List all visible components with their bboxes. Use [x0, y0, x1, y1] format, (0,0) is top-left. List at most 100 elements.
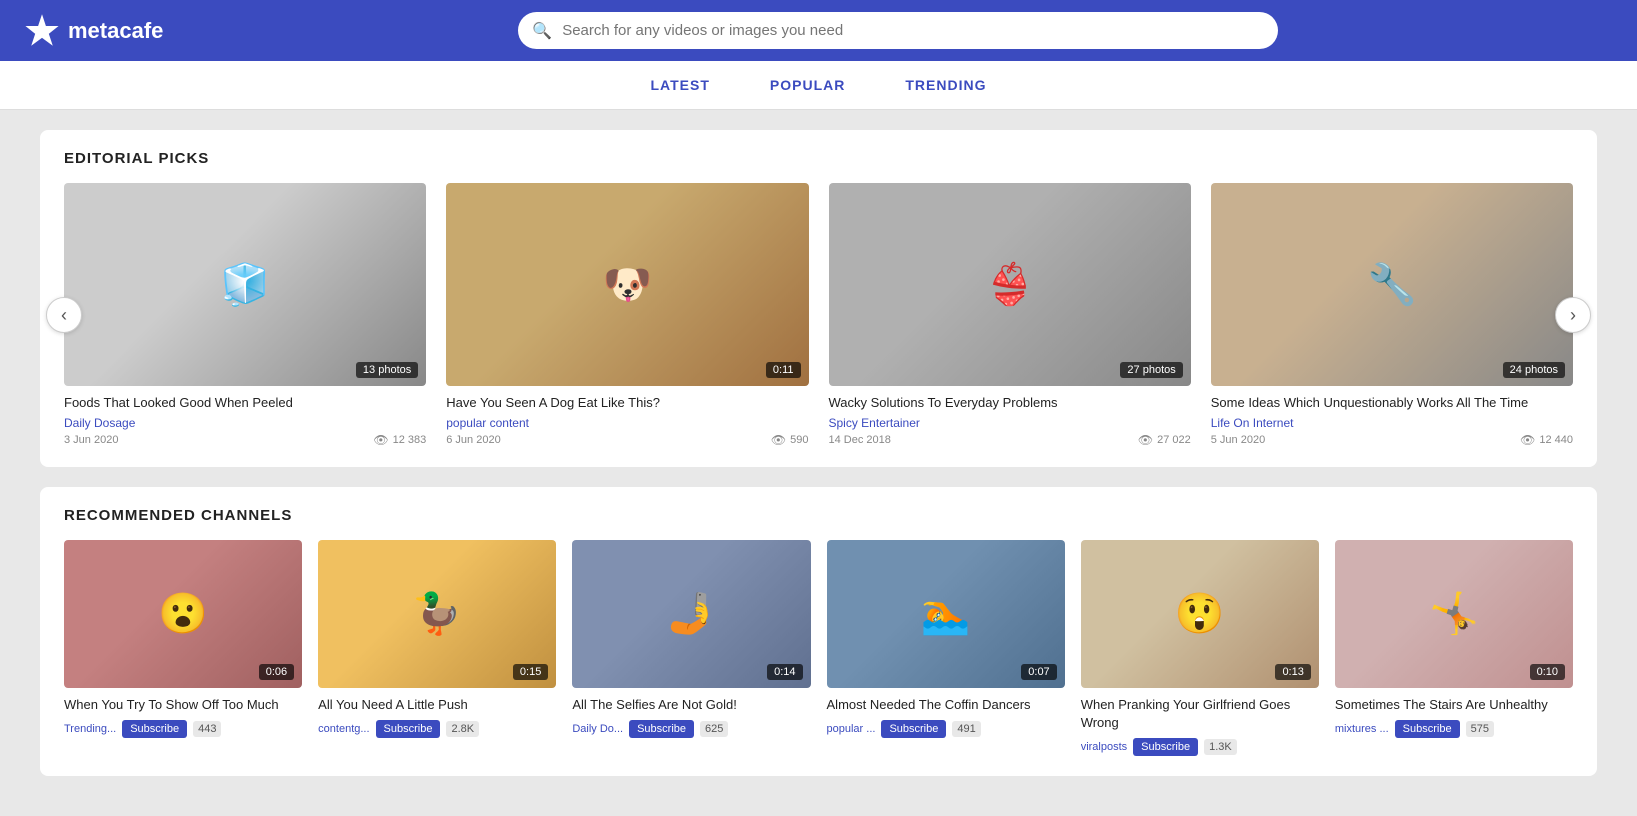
channel-sub-row-2: contentg... Subscribe 2.8K: [318, 720, 556, 738]
thumb-emoji-4: 🔧: [1211, 183, 1573, 386]
channel-badge-5: 0:13: [1275, 664, 1310, 680]
editorial-meta-4: 5 Jun 2020 👁 12 440: [1211, 433, 1573, 447]
channel-card-5[interactable]: 😲 0:13 When Pranking Your Girlfriend Goe…: [1081, 540, 1319, 756]
channel-sub-row-3: Daily Do... Subscribe 625: [572, 720, 810, 738]
subscribe-button-1[interactable]: Subscribe: [122, 720, 187, 738]
editorial-views-3: 👁 27 022: [1138, 433, 1191, 447]
subscribe-button-5[interactable]: Subscribe: [1133, 738, 1198, 756]
channel-title-5: When Pranking Your Girlfriend Goes Wrong: [1081, 696, 1319, 732]
subscribe-button-3[interactable]: Subscribe: [629, 720, 694, 738]
eye-icon-4: 👁: [1520, 433, 1535, 447]
channel-name-short-5[interactable]: viralposts: [1081, 741, 1127, 753]
carousel-prev-button[interactable]: ‹: [46, 297, 82, 333]
nav-trending[interactable]: TRENDING: [905, 77, 986, 93]
search-icon: 🔍: [532, 21, 552, 41]
nav-latest[interactable]: LATEST: [651, 77, 710, 93]
editorial-card-1[interactable]: 🧊 13 photos Foods That Looked Good When …: [64, 183, 426, 447]
recommended-channels-section: RECOMMENDED CHANNELS 😮 0:06 When You Try…: [40, 487, 1597, 776]
channel-sub-row-4: popular ... Subscribe 491: [827, 720, 1065, 738]
editorial-title-1: Foods That Looked Good When Peeled: [64, 394, 426, 412]
editorial-title-3: Wacky Solutions To Everyday Problems: [829, 394, 1191, 412]
editorial-badge-4: 24 photos: [1503, 362, 1565, 378]
channel-card-6[interactable]: 🤸 0:10 Sometimes The Stairs Are Unhealth…: [1335, 540, 1573, 756]
editorial-items-list: 🧊 13 photos Foods That Looked Good When …: [64, 183, 1573, 447]
channel-badge-2: 0:15: [513, 664, 548, 680]
channel-card-1[interactable]: 😮 0:06 When You Try To Show Off Too Much…: [64, 540, 302, 756]
editorial-thumb-3[interactable]: 👙 27 photos: [829, 183, 1191, 386]
editorial-channel-3[interactable]: Spicy Entertainer: [829, 416, 1191, 430]
editorial-card-3[interactable]: 👙 27 photos Wacky Solutions To Everyday …: [829, 183, 1191, 447]
editorial-badge-1: 13 photos: [356, 362, 418, 378]
editorial-title-2: Have You Seen A Dog Eat Like This?: [446, 394, 808, 412]
channel-sub-row-1: Trending... Subscribe 443: [64, 720, 302, 738]
sub-count-6: 575: [1466, 721, 1494, 737]
main-content: EDITORIAL PICKS ‹ 🧊 13 photos Foods That…: [0, 110, 1637, 816]
header: metacafe 🔍: [0, 0, 1637, 61]
editorial-picks-title: EDITORIAL PICKS: [64, 150, 1573, 167]
sub-count-1: 443: [193, 721, 221, 737]
editorial-meta-3: 14 Dec 2018 👁 27 022: [829, 433, 1191, 447]
editorial-date-1: 3 Jun 2020: [64, 434, 118, 446]
editorial-date-4: 5 Jun 2020: [1211, 434, 1265, 446]
channel-title-4: Almost Needed The Coffin Dancers: [827, 696, 1065, 714]
eye-icon-2: 👁: [771, 433, 786, 447]
editorial-date-3: 14 Dec 2018: [829, 434, 891, 446]
channel-badge-6: 0:10: [1530, 664, 1565, 680]
channel-title-2: All You Need A Little Push: [318, 696, 556, 714]
subscribe-button-6[interactable]: Subscribe: [1395, 720, 1460, 738]
thumb-emoji-2: 🐶: [446, 183, 808, 386]
logo[interactable]: metacafe: [24, 13, 163, 49]
sub-count-4: 491: [952, 721, 980, 737]
editorial-channel-1[interactable]: Daily Dosage: [64, 416, 426, 430]
channel-sub-row-6: mixtures ... Subscribe 575: [1335, 720, 1573, 738]
channels-list: 😮 0:06 When You Try To Show Off Too Much…: [64, 540, 1573, 756]
carousel-next-button[interactable]: ›: [1555, 297, 1591, 333]
editorial-card-2[interactable]: 🐶 0:11 Have You Seen A Dog Eat Like This…: [446, 183, 808, 447]
channel-thumb-2[interactable]: 🦆 0:15: [318, 540, 556, 688]
editorial-meta-2: 6 Jun 2020 👁 590: [446, 433, 808, 447]
logo-star-icon: [24, 13, 60, 49]
editorial-views-2: 👁 590: [771, 433, 809, 447]
editorial-thumb-1[interactable]: 🧊 13 photos: [64, 183, 426, 386]
subscribe-button-2[interactable]: Subscribe: [376, 720, 441, 738]
channel-thumb-4[interactable]: 🏊 0:07: [827, 540, 1065, 688]
nav-popular[interactable]: POPULAR: [770, 77, 845, 93]
channel-thumb-5[interactable]: 😲 0:13: [1081, 540, 1319, 688]
editorial-card-4[interactable]: 🔧 24 photos Some Ideas Which Unquestiona…: [1211, 183, 1573, 447]
editorial-channel-4[interactable]: Life On Internet: [1211, 416, 1573, 430]
editorial-picks-section: EDITORIAL PICKS ‹ 🧊 13 photos Foods That…: [40, 130, 1597, 467]
channel-badge-3: 0:14: [767, 664, 802, 680]
channel-thumb-6[interactable]: 🤸 0:10: [1335, 540, 1573, 688]
channel-title-1: When You Try To Show Off Too Much: [64, 696, 302, 714]
editorial-meta-1: 3 Jun 2020 👁 12 383: [64, 433, 426, 447]
eye-icon-1: 👁: [373, 433, 388, 447]
channel-thumb-1[interactable]: 😮 0:06: [64, 540, 302, 688]
sub-count-5: 1.3K: [1204, 739, 1237, 755]
thumb-emoji-1: 🧊: [64, 183, 426, 386]
channel-name-short-6[interactable]: mixtures ...: [1335, 723, 1389, 735]
channel-name-short-3[interactable]: Daily Do...: [572, 723, 623, 735]
channel-title-6: Sometimes The Stairs Are Unhealthy: [1335, 696, 1573, 714]
main-nav: LATEST POPULAR TRENDING: [0, 61, 1637, 110]
channel-name-short-4[interactable]: popular ...: [827, 723, 876, 735]
eye-icon-3: 👁: [1138, 433, 1153, 447]
editorial-date-2: 6 Jun 2020: [446, 434, 500, 446]
logo-text: metacafe: [68, 18, 163, 44]
channel-card-3[interactable]: 🤳 0:14 All The Selfies Are Not Gold! Dai…: [572, 540, 810, 756]
editorial-badge-3: 27 photos: [1120, 362, 1182, 378]
sub-count-2: 2.8K: [446, 721, 479, 737]
editorial-thumb-2[interactable]: 🐶 0:11: [446, 183, 808, 386]
editorial-views-4: 👁 12 440: [1520, 433, 1573, 447]
channel-thumb-3[interactable]: 🤳 0:14: [572, 540, 810, 688]
channel-name-short-2[interactable]: contentg...: [318, 723, 369, 735]
editorial-title-4: Some Ideas Which Unquestionably Works Al…: [1211, 394, 1573, 412]
editorial-views-1: 👁 12 383: [373, 433, 426, 447]
search-input[interactable]: [518, 12, 1278, 49]
channel-card-2[interactable]: 🦆 0:15 All You Need A Little Push conten…: [318, 540, 556, 756]
subscribe-button-4[interactable]: Subscribe: [881, 720, 946, 738]
recommended-channels-title: RECOMMENDED CHANNELS: [64, 507, 1573, 524]
editorial-thumb-4[interactable]: 🔧 24 photos: [1211, 183, 1573, 386]
channel-name-short-1[interactable]: Trending...: [64, 723, 116, 735]
channel-card-4[interactable]: 🏊 0:07 Almost Needed The Coffin Dancers …: [827, 540, 1065, 756]
editorial-channel-2[interactable]: popular content: [446, 416, 808, 430]
